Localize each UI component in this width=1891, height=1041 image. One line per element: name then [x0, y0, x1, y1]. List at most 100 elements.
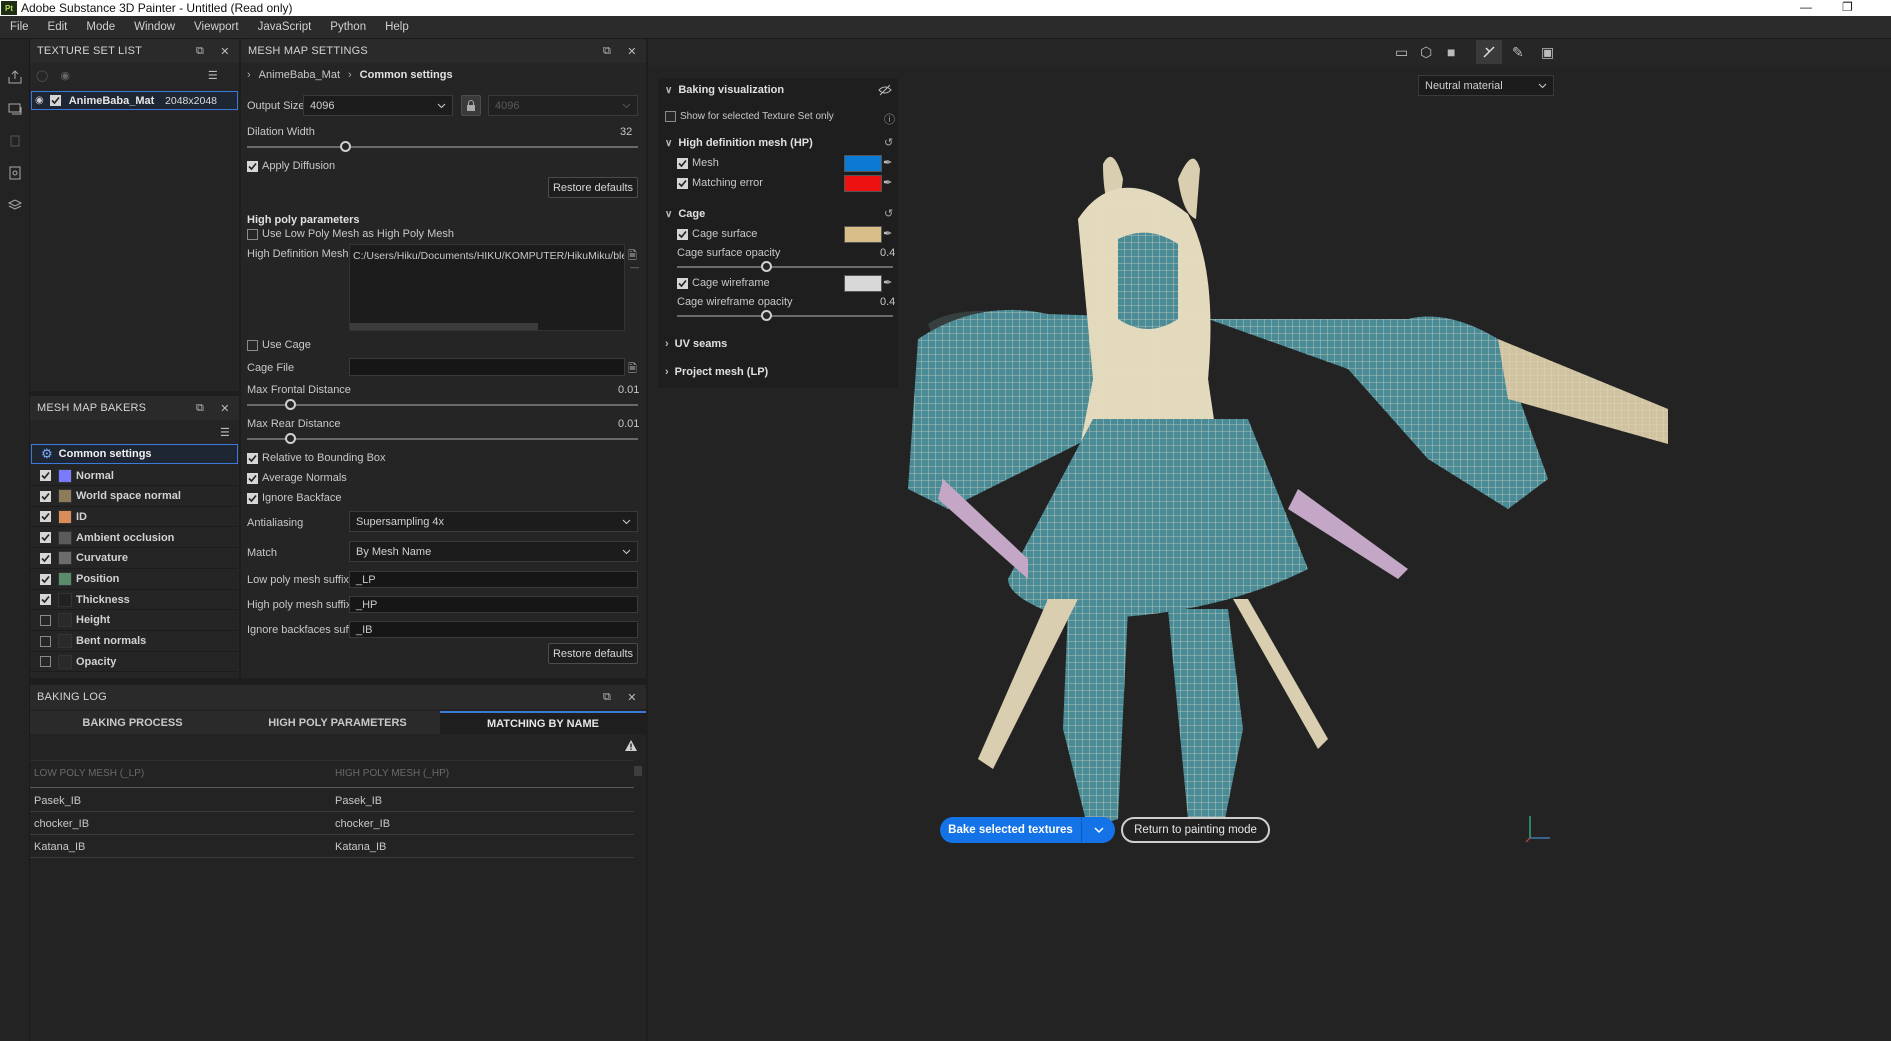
baker-item[interactable]: Normal: [30, 466, 238, 486]
ignore-backface-row[interactable]: Ignore Backface: [247, 492, 342, 504]
screenshot-icon[interactable]: ▣: [1541, 44, 1554, 61]
hd-mesh-path[interactable]: C:/Users/Hiku/Documents/HIKU/KOMPUTER/Hi…: [350, 245, 624, 262]
cage-surface-color-swatch[interactable]: [844, 226, 882, 243]
baker-checkbox[interactable]: [40, 614, 51, 626]
display-mode-icon[interactable]: ▭: [1395, 44, 1408, 61]
camera-icon[interactable]: ■: [1447, 44, 1455, 60]
baker-item[interactable]: Height: [30, 611, 238, 631]
apply-diffusion-checkbox[interactable]: [247, 160, 258, 172]
cage-surface-row[interactable]: Cage surface: [677, 228, 757, 240]
low-suffix-field[interactable]: _LP: [349, 571, 638, 588]
baker-common-settings[interactable]: ⚙ Common settings: [31, 444, 238, 464]
baking-visualization-header[interactable]: ∨ Baking visualization: [665, 84, 784, 96]
baker-item[interactable]: Thickness: [30, 590, 238, 611]
average-normals-row[interactable]: Average Normals: [247, 472, 347, 484]
dilation-width-slider[interactable]: [247, 146, 638, 148]
eye-off-icon[interactable]: [878, 84, 892, 96]
menu-viewport[interactable]: Viewport: [184, 21, 248, 33]
max-frontal-slider[interactable]: [247, 404, 638, 406]
float-panel-icon[interactable]: ⧉: [600, 44, 614, 58]
baker-checkbox[interactable]: [40, 490, 51, 502]
baker-item[interactable]: Opacity: [30, 652, 238, 673]
eyedropper-icon[interactable]: ✒: [883, 276, 892, 289]
close-icon[interactable]: ✕: [625, 44, 639, 58]
cage-wireframe-checkbox[interactable]: [677, 277, 688, 289]
cube-view-icon[interactable]: ⬡: [1420, 44, 1432, 61]
list-menu-icon[interactable]: ☰: [220, 426, 230, 439]
average-normals-checkbox[interactable]: [247, 472, 258, 484]
menu-file[interactable]: File: [0, 21, 38, 33]
texture-set-checkbox[interactable]: [49, 95, 61, 106]
file-icon[interactable]: 🗎: [628, 360, 637, 379]
ignore-suffix-field[interactable]: _IB: [349, 621, 638, 638]
eyedropper-icon[interactable]: ✒: [883, 227, 892, 240]
uv-seams-header[interactable]: › UV seams: [665, 338, 727, 350]
menu-mode[interactable]: Mode: [76, 21, 124, 33]
menu-edit[interactable]: Edit: [38, 21, 77, 33]
matching-error-row[interactable]: Matching error: [677, 177, 763, 189]
menu-javascript[interactable]: JavaScript: [248, 21, 321, 33]
display-settings-icon[interactable]: [0, 189, 30, 221]
antialiasing-select[interactable]: Supersampling 4x: [349, 511, 638, 532]
baker-item[interactable]: World space normal: [30, 487, 238, 507]
baker-checkbox[interactable]: [40, 573, 51, 585]
use-low-poly-checkbox[interactable]: [247, 228, 258, 240]
eyedropper-icon[interactable]: ✒: [883, 156, 892, 169]
baker-item[interactable]: Position: [30, 570, 238, 590]
close-icon[interactable]: ✕: [625, 690, 639, 704]
use-cage-checkbox[interactable]: [247, 339, 258, 351]
texture-set-item[interactable]: ◉ AnimeBaba_Mat 2048x2048: [31, 91, 238, 110]
visibility-off-icon[interactable]: ◯: [36, 69, 48, 82]
matching-error-color-swatch[interactable]: [844, 175, 882, 192]
eye-icon[interactable]: ◉: [60, 69, 70, 82]
hp-section-header[interactable]: ∨ High definition mesh (HP): [665, 137, 813, 149]
baker-checkbox[interactable]: [40, 656, 51, 668]
float-panel-icon[interactable]: ⧉: [193, 401, 207, 415]
tab-high-poly-parameters[interactable]: HIGH POLY PARAMETERS: [235, 711, 440, 734]
info-icon[interactable]: ⓘ: [884, 111, 895, 127]
baker-item[interactable]: Bent normals: [30, 632, 238, 652]
baker-checkbox[interactable]: [40, 511, 51, 523]
menu-window[interactable]: Window: [124, 21, 184, 33]
list-menu-icon[interactable]: ☰: [208, 69, 218, 82]
export-icon[interactable]: [0, 61, 30, 93]
close-icon[interactable]: ✕: [218, 44, 232, 58]
ignore-backface-checkbox[interactable]: [247, 492, 258, 504]
baker-checkbox[interactable]: [40, 594, 51, 606]
tab-baking-process[interactable]: BAKING PROCESS: [30, 711, 235, 734]
restore-defaults-button-bottom[interactable]: Restore defaults: [548, 643, 638, 664]
float-panel-icon[interactable]: ⧉: [193, 44, 207, 58]
max-frontal-handle[interactable]: [285, 399, 296, 410]
properties-icon[interactable]: [0, 157, 30, 189]
use-low-poly-row[interactable]: Use Low Poly Mesh as High Poly Mesh: [247, 228, 454, 240]
eyedropper-icon[interactable]: ✒: [883, 176, 892, 189]
max-rear-handle[interactable]: [285, 433, 296, 444]
layers-icon[interactable]: [0, 125, 30, 157]
match-select[interactable]: By Mesh Name: [349, 541, 638, 562]
cage-wireframe-row[interactable]: Cage wireframe: [677, 277, 770, 289]
dilation-width-handle[interactable]: [339, 141, 351, 152]
relative-bbox-row[interactable]: Relative to Bounding Box: [247, 452, 386, 464]
lock-icon[interactable]: [461, 95, 481, 116]
eye-icon[interactable]: ◉: [35, 95, 44, 106]
cage-file-field[interactable]: [349, 358, 625, 376]
tab-matching-by-name[interactable]: MATCHING BY NAME: [440, 711, 646, 734]
restore-defaults-button[interactable]: Restore defaults: [548, 177, 638, 198]
use-cage-row[interactable]: Use Cage: [247, 339, 311, 351]
bake-options-dropdown[interactable]: [1082, 826, 1115, 834]
horizontal-scrollbar[interactable]: [350, 323, 538, 330]
relative-bbox-checkbox[interactable]: [247, 452, 258, 464]
bake-selected-textures-button[interactable]: Bake selected textures: [940, 824, 1081, 836]
vertical-scrollbar[interactable]: [634, 766, 642, 776]
minimize-icon[interactable]: —: [1800, 0, 1812, 14]
baker-item[interactable]: Ambient occlusion: [30, 528, 238, 549]
brush-icon[interactable]: ✎: [1512, 44, 1524, 61]
baker-checkbox[interactable]: [40, 635, 51, 647]
output-size-select[interactable]: 4096: [303, 95, 453, 116]
max-rear-slider[interactable]: [247, 438, 638, 440]
mesh-row[interactable]: Mesh: [677, 157, 719, 169]
mesh-color-swatch[interactable]: [844, 155, 882, 172]
cage-wireframe-color-swatch[interactable]: [844, 275, 882, 292]
baker-item[interactable]: ID: [30, 507, 238, 528]
remove-icon[interactable]: —: [630, 262, 639, 272]
